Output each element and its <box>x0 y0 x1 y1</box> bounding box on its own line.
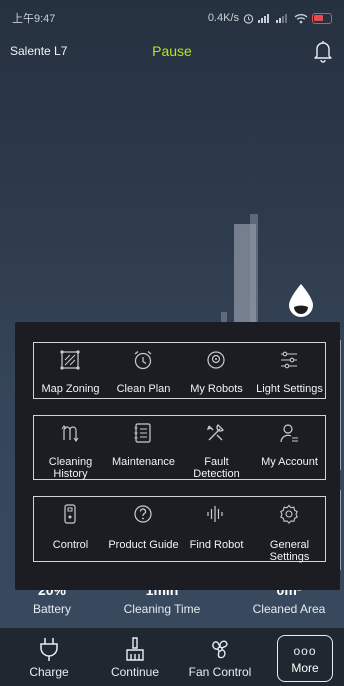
bell-icon[interactable] <box>312 39 334 63</box>
tools-icon <box>206 424 224 441</box>
history-icon <box>61 425 79 442</box>
more-button[interactable]: ooo More <box>277 635 333 682</box>
water-drop-icon[interactable] <box>286 282 316 318</box>
fan-control-label: Fan Control <box>188 665 252 679</box>
account-icon <box>280 424 298 443</box>
fault-detection-label-line2: Detection <box>193 468 240 480</box>
cleaning-history-label-line2: History <box>53 468 88 480</box>
my-robots-label: My Robots <box>190 383 243 395</box>
clock: 上午9:47 <box>12 13 56 25</box>
light-settings-label: Light Settings <box>256 383 323 395</box>
divider <box>340 340 341 470</box>
cleaning-history-label-line1: Cleaning <box>48 456 93 468</box>
fan-icon <box>212 640 228 659</box>
find-robot-label: Find Robot <box>189 539 244 551</box>
cleaning-time-label: Cleaning Time <box>123 602 201 616</box>
status-icons: 0.4K/s <box>208 12 332 24</box>
more-menu-panel: Map Zoning Clean Plan My Robots Light Se… <box>15 322 340 590</box>
continue-button[interactable]: Continue <box>95 634 175 682</box>
cleaned-area-label: Cleaned Area <box>252 602 326 616</box>
signal-icon-2 <box>276 14 287 23</box>
more-dots-icon: ooo <box>293 644 317 658</box>
net-speed: 0.4K/s <box>207 12 239 24</box>
general-settings-label-line1: General <box>269 539 310 551</box>
charge-label: Charge <box>29 665 69 679</box>
battery-icon <box>312 12 332 24</box>
general-settings-label-line2: Settings <box>269 551 310 563</box>
signal-icon <box>258 14 269 23</box>
more-label: More <box>291 661 319 675</box>
notebook-icon <box>134 423 151 443</box>
gear-icon <box>280 504 298 524</box>
menu-group-3: Control Product Guide Find Robot General… <box>33 496 326 563</box>
plug-icon <box>40 638 58 661</box>
robot-icon <box>207 351 225 369</box>
sound-wave-icon <box>207 506 223 522</box>
control-label: Control <box>52 539 89 551</box>
sliders-icon <box>281 351 297 369</box>
header: Salente L7 Pause <box>0 36 344 66</box>
wifi-icon <box>294 13 308 23</box>
map-wall <box>250 214 258 334</box>
product-guide-label: Product Guide <box>108 539 179 551</box>
remote-icon <box>64 504 76 524</box>
broom-icon <box>126 637 144 661</box>
charge-button[interactable]: Charge <box>9 634 89 682</box>
map-zoning-icon <box>60 350 80 370</box>
help-icon <box>134 505 152 523</box>
battery-label: Battery <box>32 602 71 616</box>
clean-plan-label: Clean Plan <box>116 383 171 395</box>
menu-group-1: Map Zoning Clean Plan My Robots Light Se… <box>33 342 326 399</box>
maintenance-label: Maintenance <box>112 456 175 468</box>
my-account-label: My Account <box>261 456 318 468</box>
menu-group-2: Cleaning History Maintenance Fault Detec… <box>33 415 326 480</box>
status-bar: 上午9:47 0.4K/s <box>0 0 344 36</box>
fan-control-button[interactable]: Fan Control <box>180 634 260 682</box>
divider <box>340 490 341 570</box>
continue-label: Continue <box>110 665 160 679</box>
alarm-clock-icon <box>134 351 152 370</box>
device-name[interactable]: Salente L7 <box>10 44 67 58</box>
fault-detection-label-line1: Fault <box>204 456 229 468</box>
map-zoning-label: Map Zoning <box>41 383 100 395</box>
alarm-icon <box>243 13 254 24</box>
